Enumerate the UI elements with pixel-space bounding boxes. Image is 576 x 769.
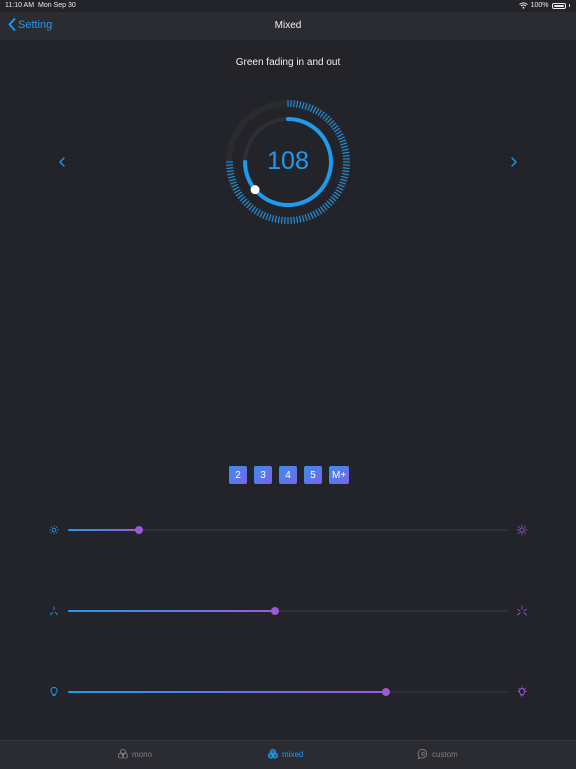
- brightness-high-icon: [516, 524, 528, 536]
- brightness-slider[interactable]: [68, 529, 509, 531]
- sparkle-slider-fill: [68, 610, 275, 612]
- status-date: Mon Sep 30: [38, 2, 76, 9]
- effect-name: Green fading in and out: [0, 57, 576, 68]
- wifi-icon: [519, 2, 528, 9]
- brightness-slider-fill: [68, 529, 139, 531]
- page-title: Mixed: [0, 20, 576, 31]
- rgb-circles-icon: [267, 748, 279, 760]
- previous-effect-button[interactable]: [54, 154, 70, 170]
- tab-mono[interactable]: mono: [117, 748, 152, 760]
- preset-button-2[interactable]: 2: [229, 466, 247, 484]
- chevron-right-icon: [506, 154, 522, 170]
- tab-mixed[interactable]: mixed: [267, 748, 303, 760]
- bulb-slider-thumb[interactable]: [382, 688, 390, 696]
- bulb-slider-row: [0, 683, 576, 703]
- dial-knob[interactable]: [251, 185, 260, 194]
- preset-button-5[interactable]: 5: [304, 466, 322, 484]
- tab-mono-label: mono: [132, 750, 152, 759]
- status-right: 100%: [519, 2, 570, 9]
- sparkle-low-icon: [48, 605, 60, 617]
- bulb-high-icon: [516, 686, 528, 698]
- tab-mixed-label: mixed: [282, 750, 303, 759]
- sparkle-high-icon: [516, 605, 528, 617]
- preset-button-m-plus[interactable]: M+: [329, 466, 349, 484]
- chevron-left-icon: [54, 154, 70, 170]
- navigation-bar: Setting Mixed: [0, 12, 576, 40]
- sparkle-slider-row: [0, 602, 576, 622]
- battery-icon: [552, 3, 566, 9]
- status-time: 11:10 AM: [5, 2, 34, 9]
- dial-value: 108: [222, 147, 354, 176]
- brightness-slider-thumb[interactable]: [135, 526, 143, 534]
- tab-custom-label: custom: [432, 750, 458, 759]
- chat-bubble-icon: [417, 748, 429, 760]
- preset-buttons: 2 3 4 5 M+: [229, 466, 349, 484]
- bulb-slider-fill: [68, 691, 386, 693]
- circles-icon: [117, 748, 129, 760]
- next-effect-button[interactable]: [506, 154, 522, 170]
- preset-button-4[interactable]: 4: [279, 466, 297, 484]
- tab-custom[interactable]: custom: [417, 748, 458, 760]
- bulb-slider[interactable]: [68, 691, 509, 693]
- brightness-low-icon: [48, 524, 60, 536]
- sparkle-slider[interactable]: [68, 610, 509, 612]
- brightness-slider-row: [0, 521, 576, 541]
- bulb-low-icon: [48, 686, 60, 698]
- battery-percent: 100%: [531, 2, 549, 9]
- sparkle-slider-thumb[interactable]: [271, 607, 279, 615]
- preset-button-3[interactable]: 3: [254, 466, 272, 484]
- tab-bar: mono mixed custom: [0, 740, 576, 769]
- battery-tip: [569, 4, 571, 7]
- status-bar: 11:10 AM Mon Sep 30 100%: [0, 0, 576, 12]
